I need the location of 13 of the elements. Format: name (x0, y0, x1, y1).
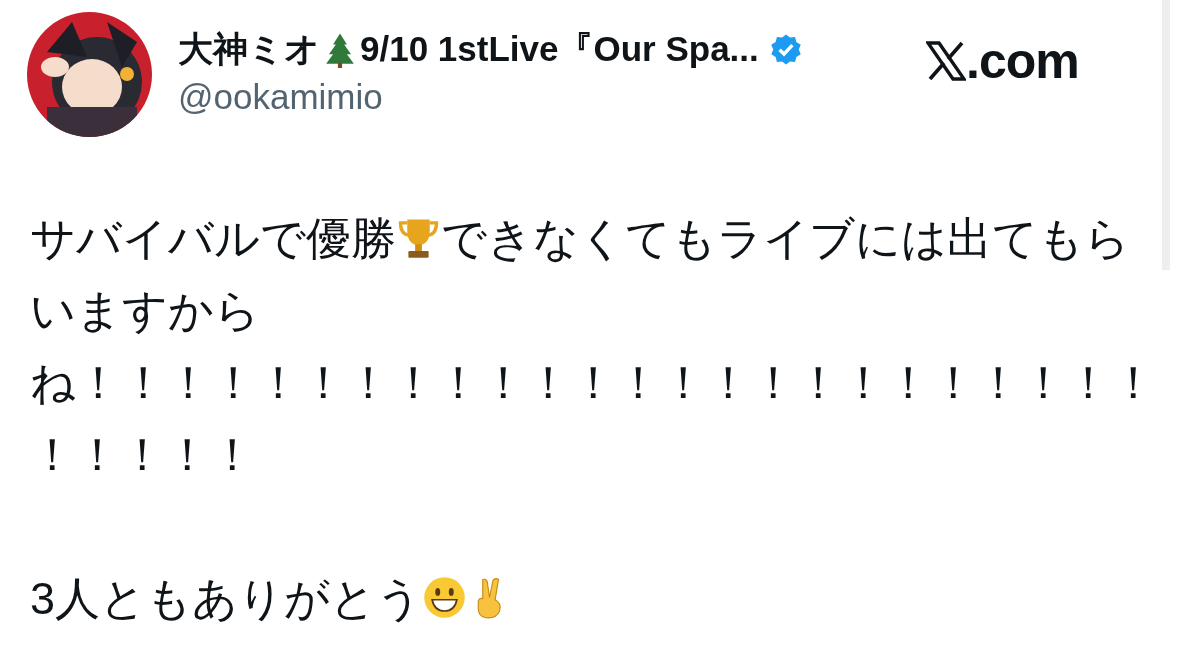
post-text: ね！！！！！！！！！！！！！！！！！！！！！！！！ (30, 357, 1156, 408)
post-text: いますから (30, 285, 260, 336)
tree-icon (326, 31, 354, 68)
user-handle[interactable]: @ookamimio (178, 77, 918, 117)
x-logo-icon (926, 41, 966, 81)
post-text: ！！！！！ (30, 429, 255, 480)
post-text: 3人ともありがとう (30, 573, 423, 624)
post-text: サバイバルで優勝 (30, 213, 396, 264)
display-name[interactable]: 大神ミオ (178, 26, 320, 73)
post-text: できなくてもライブには出てもら (441, 213, 1130, 264)
site-label: .com (966, 32, 1079, 90)
display-name[interactable]: 9/10 1stLive『Our Spa... (360, 26, 759, 73)
smiley-icon (422, 575, 468, 620)
